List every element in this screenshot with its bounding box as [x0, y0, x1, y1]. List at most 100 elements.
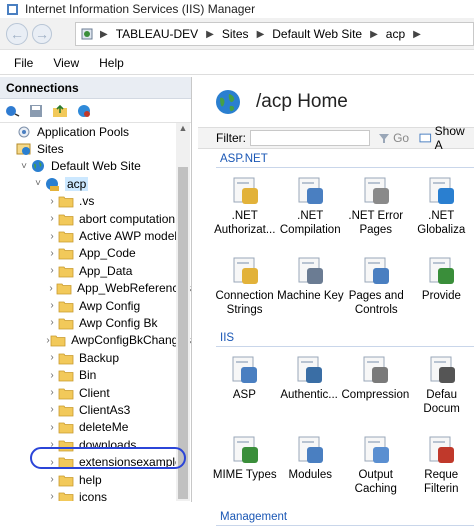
tree-node-label: .vs	[79, 194, 94, 208]
forward-arrow-icon[interactable]: →	[32, 24, 52, 44]
expand-chevron-icon[interactable]: ›	[46, 352, 58, 363]
expand-chevron-icon[interactable]: ›	[46, 317, 58, 328]
expand-chevron-icon[interactable]: ›	[46, 265, 58, 276]
feature-row: ASP Authentic...CompressionDefauDocum	[198, 347, 474, 427]
folder-icon	[58, 386, 74, 400]
expand-chevron-icon[interactable]: ›	[46, 422, 58, 433]
tree-node[interactable]: ›Awp Config Bk	[0, 314, 191, 331]
show-all-button[interactable]: Show A	[419, 124, 474, 152]
breadcrumb-chevron-icon[interactable]: ▶	[413, 29, 429, 40]
feature-tile[interactable]: Pages andControls	[344, 248, 409, 328]
funnel-icon	[378, 132, 390, 144]
expand-chevron-icon[interactable]: ›	[46, 387, 58, 398]
expand-chevron-icon[interactable]: ›	[46, 491, 58, 501]
breadcrumb-item[interactable]: ▶Sites	[206, 27, 248, 41]
feature-tile[interactable]: MIME Types	[212, 427, 278, 507]
feature-label: ASP	[233, 389, 256, 403]
expand-chevron-icon[interactable]: ›	[46, 439, 58, 450]
tree-node[interactable]: › App_Code	[0, 245, 191, 262]
expand-chevron-icon[interactable]: ›	[46, 196, 58, 207]
feature-sections: ASP.NET.NETAuthorizat....NETCompilation.…	[198, 151, 474, 526]
tree-node-label: Backup	[79, 351, 119, 365]
tree-node[interactable]: ›ClientAs3	[0, 401, 191, 418]
expand-chevron-icon[interactable]: ›	[46, 457, 58, 468]
connect-icon[interactable]	[4, 103, 20, 119]
home-header: /acp Home	[198, 77, 474, 127]
expand-chevron-icon[interactable]: ›	[46, 248, 58, 259]
folder-icon	[58, 490, 74, 501]
breadcrumb-item[interactable]: ▶TABLEAU-DEV	[100, 27, 198, 41]
tree-node[interactable]: ›abort computation	[0, 210, 191, 227]
folder-icon	[58, 316, 74, 330]
folder-icon	[58, 229, 74, 243]
section-title[interactable]: ASP.NET	[198, 151, 474, 167]
tree-node[interactable]: ›Active AWP models	[0, 227, 191, 244]
folder-icon	[58, 246, 74, 260]
feature-tile[interactable]: ConnectionStrings	[212, 248, 277, 328]
menu-view[interactable]: View	[53, 56, 79, 70]
section-title[interactable]: Management	[198, 509, 474, 525]
feature-tile[interactable]: Provide	[409, 248, 474, 328]
feature-tile[interactable]: .NETGlobaliza	[409, 168, 474, 248]
tree-node[interactable]: Application Pools	[0, 123, 191, 140]
feature-label: .NETGlobaliza	[417, 210, 465, 237]
menu-help[interactable]: Help	[99, 56, 124, 70]
save-icon[interactable]	[28, 103, 44, 119]
collapse-chevron-icon[interactable]: ˅	[18, 161, 30, 172]
feature-tile[interactable]: ASP	[212, 347, 277, 427]
tree-node[interactable]: ›Bin	[0, 366, 191, 383]
scroll-thumb[interactable]	[178, 167, 188, 499]
expand-chevron-icon[interactable]: ›	[46, 231, 58, 242]
tree-node[interactable]: ›help	[0, 471, 191, 488]
feature-tile[interactable]: OutputCaching	[343, 427, 409, 507]
feature-tile[interactable]: .NETCompilation	[278, 168, 344, 248]
up-folder-icon[interactable]	[52, 103, 68, 119]
tree-node[interactable]: ›App_Data	[0, 262, 191, 279]
feature-tile[interactable]: Modules	[278, 427, 344, 507]
section-title[interactable]: IIS	[198, 330, 474, 346]
feature-tile[interactable]: DefauDocum	[409, 347, 474, 427]
tree-node[interactable]: ›icons	[0, 488, 191, 501]
tree-node[interactable]: › Backup	[0, 349, 191, 366]
feature-tile[interactable]: RequeFilterin	[409, 427, 474, 507]
connections-toolbar	[0, 99, 191, 123]
tree-node[interactable]: ˅Default Web Site	[0, 158, 191, 175]
tree-node[interactable]: ›Client	[0, 384, 191, 401]
tree-node[interactable]: Sites	[0, 140, 191, 157]
feature-tile[interactable]: Compression	[342, 347, 410, 427]
tree-node[interactable]: ›downloads	[0, 436, 191, 453]
tree-node[interactable]: ›Awp Config	[0, 297, 191, 314]
menu-file[interactable]: File	[14, 56, 33, 70]
folder-icon	[58, 438, 74, 452]
scroll-up-icon[interactable]: ▲	[176, 123, 190, 137]
go-button[interactable]: Go	[378, 131, 409, 145]
expand-chevron-icon[interactable]: ›	[46, 213, 58, 224]
expand-chevron-icon[interactable]: ›	[46, 370, 58, 381]
tree-node[interactable]: ›extensionsexample	[0, 453, 191, 470]
expand-chevron-icon[interactable]: ›	[46, 404, 58, 415]
feature-tile[interactable]: Authentic...	[277, 347, 342, 427]
expand-chevron-icon[interactable]: ›	[46, 300, 58, 311]
back-arrow-icon[interactable]: ←	[6, 23, 28, 45]
tree-node[interactable]: ›AwpConfigBkChanges	[0, 332, 191, 349]
tree-scrollbar[interactable]: ▲	[176, 123, 190, 501]
feature-label: Compression	[342, 389, 410, 403]
breadcrumb-item[interactable]: ▶acp	[370, 27, 405, 41]
breadcrumb-item[interactable]: ▶Default Web Site	[257, 27, 363, 41]
tree-node[interactable]: ›deleteMe	[0, 419, 191, 436]
collapse-chevron-icon[interactable]: ˅	[32, 178, 44, 189]
connection-globe-icon[interactable]	[76, 103, 92, 119]
filter-input[interactable]	[250, 130, 370, 146]
tree-node[interactable]: ›App_WebReferences	[0, 280, 191, 297]
feature-tile[interactable]: Machine Key	[277, 248, 343, 328]
tree-node[interactable]: ˅acp	[0, 175, 191, 192]
feature-tile[interactable]: .NET ErrorPages	[343, 168, 409, 248]
expand-chevron-icon[interactable]: ›	[46, 474, 58, 485]
sites-icon	[16, 142, 32, 156]
tree-node-label: App_Code	[79, 246, 136, 260]
folder-icon	[58, 455, 74, 469]
expand-chevron-icon[interactable]: ›	[46, 283, 56, 294]
feature-tile[interactable]: .NETAuthorizat...	[212, 168, 278, 248]
server-icon	[80, 27, 94, 41]
tree-node[interactable]: › .vs	[0, 193, 191, 210]
